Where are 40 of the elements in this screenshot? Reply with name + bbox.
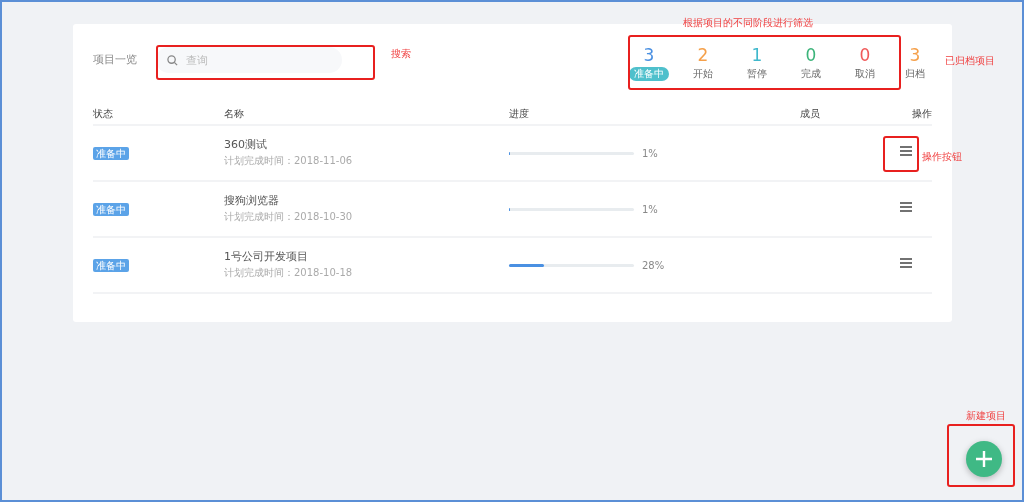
due-date: 计划完成时间：2018-11-06 <box>224 154 354 168</box>
menu-button[interactable] <box>898 143 914 158</box>
column-header: 成员 <box>800 107 820 119</box>
annotation-label: 操作按钮 <box>922 150 962 164</box>
project-name: 360测试 <box>224 138 268 152</box>
column-header: 名称 <box>224 107 244 119</box>
annotation-label: 新建项目 <box>966 409 1006 423</box>
progress-percent: 28% <box>642 260 665 271</box>
menu-icon <box>898 143 914 158</box>
filter-tab[interactable]: 2 开始 <box>676 45 730 81</box>
highlight-frame <box>947 424 1015 487</box>
due-date: 计划完成时间：2018-10-30 <box>224 210 354 224</box>
filter-tab[interactable]: 1 暂停 <box>730 45 784 81</box>
progress-percent: 1% <box>642 204 658 215</box>
menu-icon <box>898 255 914 270</box>
due-date: 计划完成时间：2018-10-18 <box>224 266 354 280</box>
status-tag: 准备中 <box>93 147 129 160</box>
annotation-label: 已归档项目 <box>945 54 995 68</box>
archive-tab[interactable]: 3 归档 <box>900 45 930 81</box>
filter-tab[interactable]: 0 取消 <box>838 45 892 81</box>
highlight-frame <box>883 136 919 172</box>
project-name: 搜狗浏览器 <box>224 194 280 208</box>
progress-percent: 1% <box>642 148 658 159</box>
annotation-label: 根据项目的不同阶段进行筛选 <box>683 16 813 30</box>
menu-button[interactable] <box>898 199 914 214</box>
filter-tab[interactable]: 3 准备中 <box>622 45 676 81</box>
status-tag: 准备中 <box>93 259 129 272</box>
annotation-label: 搜索 <box>391 47 411 61</box>
column-header: 操作 <box>912 107 932 119</box>
project-name: 1号公司开发项目 <box>224 250 309 264</box>
plus-icon <box>975 450 993 468</box>
filter-tab[interactable]: 0 完成 <box>784 45 838 81</box>
menu-icon <box>898 199 914 214</box>
column-header: 进度 <box>509 107 529 119</box>
page-title: 项目一览 <box>93 51 138 68</box>
add-button[interactable] <box>966 441 1002 477</box>
menu-button[interactable] <box>898 255 914 270</box>
search-icon <box>167 55 178 66</box>
column-header: 状态 <box>93 107 113 119</box>
status-tag: 准备中 <box>93 203 129 216</box>
